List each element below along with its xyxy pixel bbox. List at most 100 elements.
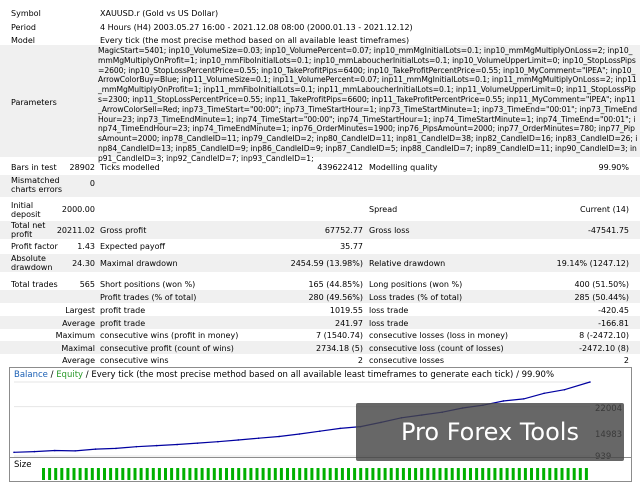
netprofit-row: Total net profit 20211.02 Gross profit 6… [0,221,640,239]
symbol-label: Symbol [11,9,41,18]
volume-bar-69 [462,468,466,480]
volume-bar-76 [505,468,509,480]
aloss-value: -166.81 [598,319,629,328]
balance-point-16 [339,427,342,430]
balance-point-15 [319,430,321,432]
volume-bar-15 [133,468,137,480]
aprofit-label: profit trade [100,319,146,328]
volume-bar-77 [511,468,515,480]
volume-bar-71 [475,468,479,480]
volume-bar-35 [255,468,259,480]
volume-bar-25 [194,468,198,480]
volume-bar-54 [371,468,375,480]
volume-bar-87 [572,468,576,480]
volume-bar-23 [182,468,186,480]
ptrades-label: Profit trades (% of total) [100,293,197,302]
ltrades-label: Loss trades (% of total) [369,293,463,302]
acl-value: 2 [623,356,629,365]
reldd-value: 19.14% (1247.12) [556,259,629,268]
mcw-label: consecutive wins (profit in money) [100,331,239,340]
volume-bar-48 [334,468,338,480]
deposit-label: Initial deposit [11,201,41,219]
volume-bar-5 [72,468,76,480]
long-label: Long positions (won %) [369,280,463,289]
spread-value: Current (14) [579,205,629,214]
balance-point-8 [176,443,178,446]
payoff-value: 35.77 [340,242,363,251]
grossloss-label: Gross loss [369,226,410,235]
volume-bar-13 [121,468,125,480]
pf-label: Profit factor [11,242,58,251]
volume-bar-14 [127,468,131,480]
aloss-label: loss trade [369,319,409,328]
balance-point-10 [217,440,219,443]
volume-bar-0 [42,468,45,480]
volume-bar-22 [176,468,180,480]
volume-bar-58 [395,468,399,480]
grossprofit-label: Gross profit [100,226,147,235]
mcp-label: consecutive profit (count of wins) [100,344,234,353]
bars-row: Bars in test 28902 Ticks modelled 439622… [0,160,640,175]
pf-row: Profit factor 1.43 Expected payoff 35.77 [0,240,640,253]
volume-bar-80 [530,468,533,480]
balance-point-3 [74,450,76,452]
netprofit-label: Total net profit [11,221,46,239]
lloss-label: loss trade [369,306,409,315]
model-value: Every tick (the most precise method base… [100,36,410,45]
bars-label: Bars in test [11,163,57,172]
quality-label: Modelling quality [369,163,438,172]
deposit-value: 2000.00 [61,205,95,214]
parameters-row: Parameters MagicStart=5401; inp10_Volume… [0,45,640,163]
volume-bar-51 [353,468,357,480]
volume-bar-72 [481,468,485,480]
size-label: Size [14,460,32,470]
balance-point-24 [502,400,505,402]
volume-bar-43 [304,468,308,480]
largest-row: Largest profit trade 1019.55 loss trade … [0,303,640,316]
mcl-value: 8 (-2472.10) [579,331,629,340]
volume-bar-39 [279,468,283,480]
volume-bar-38 [273,468,277,480]
largest-label: Largest [65,306,95,315]
watermark-overlay: Pro Forex Tools [356,403,624,461]
volume-bar-62 [420,468,424,480]
ltrades-value: 285 (50.44%) [574,293,629,302]
balance-point-5 [115,447,117,450]
volume-bar-60 [408,468,411,480]
volume-bar-61 [414,468,418,480]
maximal-label: Maximal [61,344,95,353]
volume-bar-6 [78,468,82,480]
volume-bar-42 [298,468,302,480]
mcl-label: consecutive losses (loss in money) [369,331,509,340]
absdd-value: 24.30 [72,259,95,268]
balance-point-11 [237,439,240,441]
short-label: Short positions (won %) [100,280,196,289]
mismatched-value: 0 [89,179,95,188]
balance-point-13 [278,435,280,438]
acw-value: 2 [357,356,363,365]
volume-bar-40 [286,468,289,480]
balance-point-0 [13,451,15,454]
netprofit-value: 20211.02 [56,226,95,235]
volume-bar-11 [109,468,113,480]
volume-bar-67 [450,468,454,480]
balance-point-7 [155,444,158,447]
absdd-label: Absolute drawdown [11,254,53,272]
deposit-row: Initial deposit 2000.00 Spread Current (… [0,199,640,221]
bars-value: 28902 [69,163,95,172]
balance-point-4 [94,448,97,450]
volume-bar-2 [54,468,58,480]
volume-bar-27 [206,468,210,480]
average2-row: Average consecutive wins 2 consecutive l… [0,353,640,366]
symbol-value: XAUUSD.r (Gold vs US Dollar) [100,9,219,18]
volume-bar-73 [487,468,491,480]
mcll-label: consecutive loss (count of losses) [369,344,504,353]
volume-bar-41 [292,468,296,480]
lloss-value: -420.45 [598,306,629,315]
volume-bar-16 [139,468,143,480]
volume-bar-17 [145,468,149,480]
pf-value: 1.43 [77,242,95,251]
balance-point-25 [522,398,525,400]
balance-point-14 [298,433,301,435]
volume-bar-18 [151,468,155,480]
